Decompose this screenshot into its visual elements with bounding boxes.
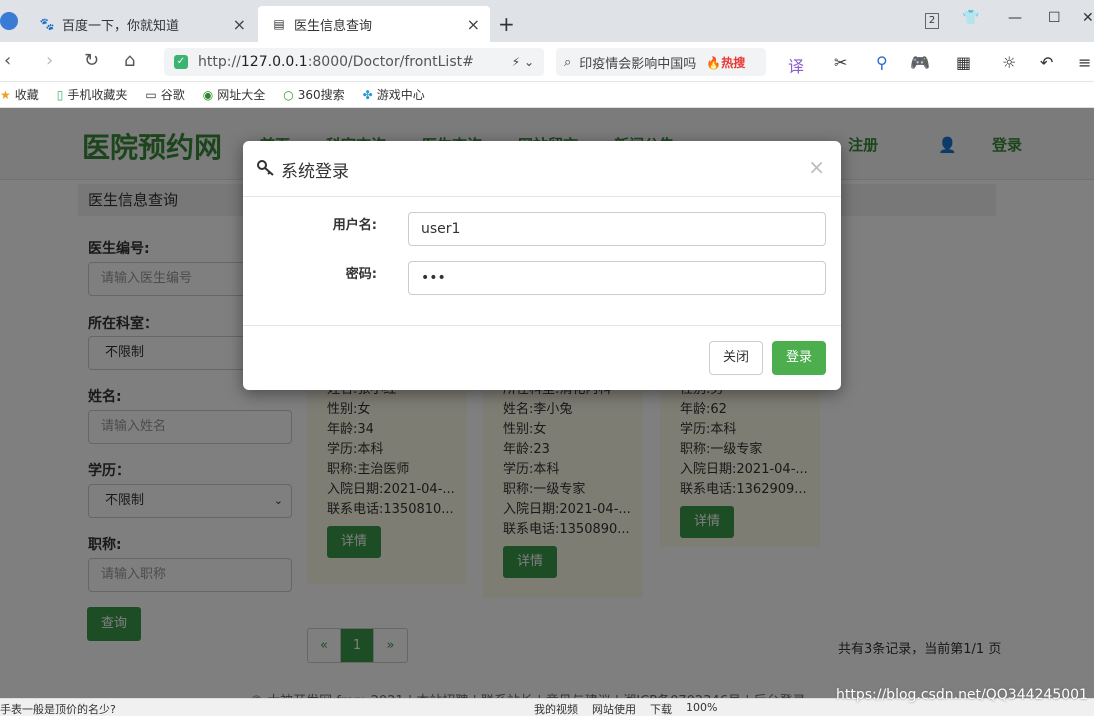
- brightness-icon[interactable]: ☼: [1002, 53, 1016, 72]
- url-tools-icon[interactable]: ⚡ ⌄: [512, 55, 534, 69]
- bookmark-label: 收藏: [14, 88, 39, 102]
- secure-shield-icon: ✓: [174, 55, 188, 69]
- document-icon: ▤: [273, 17, 285, 31]
- game-icon[interactable]: 🎮: [910, 53, 930, 72]
- back-icon[interactable]: ‹: [4, 50, 11, 71]
- password-input[interactable]: •••: [408, 261, 826, 295]
- search-input[interactable]: ⌕ 印疫情会影响中国吗 🔥热搜: [556, 48, 766, 76]
- undo-icon[interactable]: ↶: [1040, 53, 1053, 72]
- close-window-button[interactable]: ✕: [1082, 10, 1094, 26]
- status-news[interactable]: 手表一般是顶价的名少?: [0, 701, 116, 716]
- login-modal: 系统登录 × 用户名: user1 密码: ••• 关闭 登录: [243, 141, 841, 390]
- modal-footer-divider: [243, 325, 841, 326]
- browser-logo-icon[interactable]: [0, 12, 18, 30]
- modal-header: 系统登录 ×: [243, 141, 841, 197]
- tab-label: 百度一下，你就知道: [62, 18, 180, 34]
- scissors-icon[interactable]: ✂: [834, 53, 847, 72]
- window-count-badge[interactable]: 2: [925, 13, 939, 29]
- apps-grid-icon[interactable]: ▦: [956, 53, 971, 72]
- maximize-button[interactable]: ☐: [1048, 10, 1061, 26]
- bookmark-360[interactable]: ○ 360搜索: [283, 86, 344, 103]
- phone-icon: ▯: [56, 87, 64, 102]
- bookmark-sites[interactable]: ◉ 网址大全: [203, 86, 266, 103]
- modal-title: 系统登录: [281, 162, 349, 182]
- bookmark-mobile[interactable]: ▯ 手机收藏夹: [57, 86, 128, 103]
- close-tab-icon[interactable]: ×: [233, 15, 246, 34]
- address-bar-row: ‹ › ↻ ⌂ ✓ http://127.0.0.1:8000/Doctor/f…: [0, 42, 1094, 82]
- bookmark-label: 360搜索: [297, 88, 345, 102]
- search-icon: ⌕: [564, 54, 572, 70]
- tab-doctor-query[interactable]: ▤ 医生信息查询 ×: [258, 6, 490, 42]
- bookmark-label: 游戏中心: [376, 88, 425, 102]
- password-label: 密码:: [345, 267, 377, 282]
- tab-baidu[interactable]: 🐾 百度一下，你就知道 ×: [34, 6, 256, 42]
- bookmark-label: 网址大全: [217, 88, 266, 102]
- tab-label: 医生信息查询: [294, 18, 373, 34]
- username-label: 用户名:: [332, 218, 377, 233]
- status-video[interactable]: 我的视频: [534, 701, 578, 716]
- page-icon: ▭: [145, 87, 157, 102]
- url-rest: :8000/Doctor/frontList#: [307, 54, 474, 70]
- close-icon[interactable]: ×: [808, 155, 825, 179]
- status-zoom[interactable]: 100%: [686, 701, 717, 716]
- url-field[interactable]: ✓ http://127.0.0.1:8000/Doctor/frontList…: [164, 48, 544, 76]
- translate-icon[interactable]: 译: [788, 53, 804, 77]
- login-button[interactable]: 登录: [772, 341, 826, 375]
- reload-icon[interactable]: ↻: [84, 50, 99, 71]
- home-icon[interactable]: ⌂: [124, 50, 135, 71]
- magnifier-icon[interactable]: ⚲: [876, 53, 888, 72]
- new-tab-button[interactable]: +: [498, 12, 515, 36]
- close-button[interactable]: 关闭: [709, 341, 763, 375]
- username-input[interactable]: user1: [408, 212, 826, 246]
- key-icon: [257, 160, 274, 176]
- forward-icon[interactable]: ›: [46, 50, 53, 71]
- hot-search-badge[interactable]: 🔥热搜: [706, 54, 745, 71]
- status-tools: 我的视频 网站使用 下载 100%: [534, 701, 731, 716]
- bookmarks-bar: ★ 收藏 ▯ 手机收藏夹 ▭ 谷歌 ◉ 网址大全 ○ 360搜索 ✤ 游戏中心: [0, 82, 1094, 108]
- url-prefix: http://: [198, 54, 241, 70]
- globe-icon: ◉: [202, 87, 214, 102]
- shirt-icon[interactable]: 👕: [962, 10, 979, 26]
- status-site[interactable]: 网站使用: [592, 701, 636, 716]
- url-host: 127.0.0.1: [240, 54, 308, 70]
- minimize-button[interactable]: —: [1008, 10, 1022, 26]
- tab-bar: 🐾 百度一下，你就知道 × ▤ 医生信息查询 × + 2 👕 — ☐ ✕: [0, 0, 1094, 42]
- gamepad-icon: ✤: [362, 87, 373, 102]
- more-icon[interactable]: ≡: [1078, 53, 1091, 72]
- bookmark-games[interactable]: ✤ 游戏中心: [363, 86, 425, 103]
- close-tab-icon[interactable]: ×: [467, 15, 480, 34]
- search-icon: ○: [283, 87, 294, 102]
- status-download[interactable]: 下载: [650, 701, 672, 716]
- star-icon: ★: [0, 87, 11, 102]
- watermark-text: https://blog.csdn.net/QQ344245001: [836, 687, 1088, 703]
- paw-icon: 🐾: [39, 17, 55, 31]
- bookmark-google[interactable]: ▭ 谷歌: [145, 86, 184, 103]
- bookmark-label: 手机收藏夹: [67, 88, 128, 102]
- search-text: 印疫情会影响中国吗: [579, 56, 697, 72]
- bookmark-label: 谷歌: [160, 88, 185, 102]
- bookmark-favorites[interactable]: ★ 收藏: [0, 86, 39, 103]
